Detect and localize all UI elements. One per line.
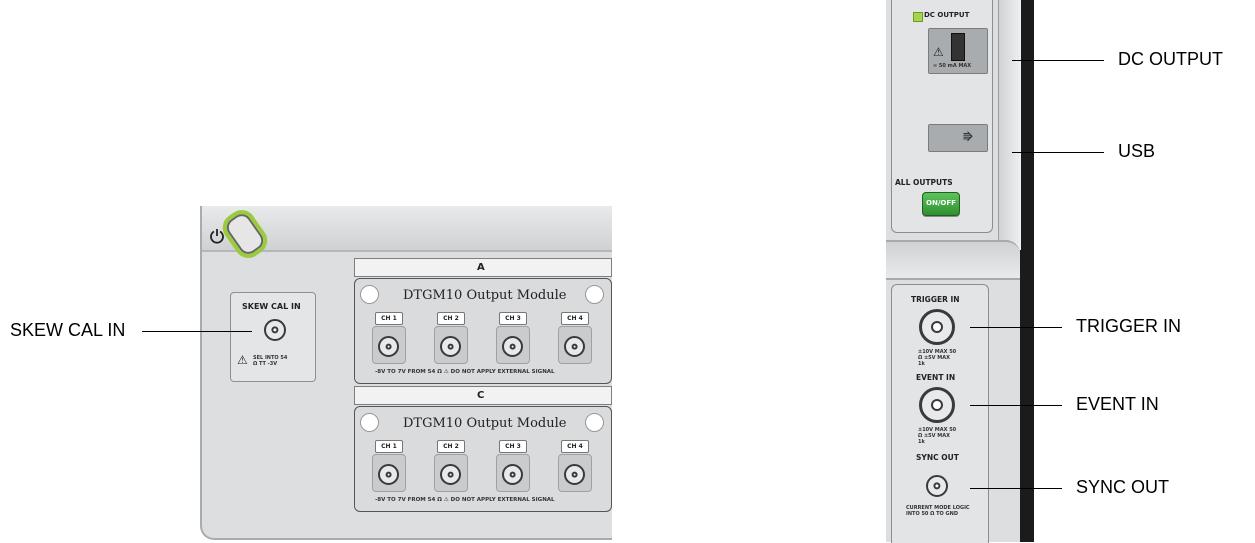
dc-pin-header (951, 33, 965, 61)
module-c-ch3-connector[interactable] (502, 464, 523, 485)
dc-output-panel-label: DC OUTPUT (924, 11, 970, 19)
warning-icon: ⚠ (237, 353, 248, 367)
trigger-in-connector[interactable] (919, 309, 955, 345)
module-a-ch2-label: CH 2 (437, 312, 465, 325)
front-panel-left: SKEW CAL IN ⚠ SEL INTO 54 Ω TT -3V A DTG… (200, 204, 612, 540)
panel-edge-highlight (998, 0, 1021, 250)
module-c: DTGM10 Output Module CH 1 CH 2 CH 3 CH 4… (354, 406, 612, 512)
event-in-connector[interactable] (919, 387, 955, 423)
event-in-panel-label: EVENT IN (916, 373, 956, 382)
sync-out-panel-label: SYNC OUT (916, 453, 959, 462)
callout-trigger-in: TRIGGER IN (1076, 316, 1182, 336)
leader-event-in (970, 405, 1062, 406)
module-a-ch4-label: CH 4 (561, 312, 589, 325)
event-in-spec: ±10V MAX 50 Ω ±5V MAX 1k (918, 427, 957, 445)
skew-cal-label: SKEW CAL IN (242, 302, 301, 311)
sync-out-connector[interactable] (926, 475, 948, 497)
slot-c-label-bar: C (354, 386, 612, 405)
usb-icon: ⭆ (963, 131, 973, 144)
skew-cal-panel: SKEW CAL IN ⚠ SEL INTO 54 Ω TT -3V (230, 292, 316, 382)
slot-a-label-bar: A (354, 258, 612, 277)
module-c-ch4-label: CH 4 (561, 440, 589, 453)
dc-output-spec: ≈ 50 mA MAX (933, 63, 972, 69)
module-c-screw-right (585, 413, 604, 432)
skew-cal-connector[interactable] (264, 319, 286, 341)
bezel-curve (886, 240, 1020, 280)
leader-skew-cal-in (142, 331, 252, 332)
usb-port[interactable]: ⭆ (928, 124, 988, 152)
on-off-button-label: ON/OFF (926, 199, 956, 207)
module-a-spec: -8V TO 7V FROM 54 Ω ⚠ DO NOT APPLY EXTER… (375, 369, 555, 375)
dc-output-led (913, 12, 923, 22)
callout-dc-output: DC OUTPUT (1118, 49, 1223, 69)
module-c-ch2-label: CH 2 (437, 440, 465, 453)
module-a-ch3-connector[interactable] (502, 336, 523, 357)
module-a-title: DTGM10 Output Module (403, 288, 567, 303)
module-c-ch1-label: CH 1 (375, 440, 403, 453)
slot-a-label: A (477, 262, 485, 273)
module-a: DTGM10 Output Module CH 1 CH 2 CH 3 CH 4… (354, 278, 612, 384)
module-c-title: DTGM10 Output Module (403, 416, 567, 431)
all-outputs-label: ALL OUTPUTS (895, 178, 953, 187)
module-a-ch1-connector[interactable] (378, 336, 399, 357)
callout-usb: USB (1118, 141, 1156, 161)
lower-io-box: TRIGGER IN ±10V MAX 50 Ω ±5V MAX 1k EVEN… (891, 284, 989, 543)
trigger-in-panel-label: TRIGGER IN (911, 295, 960, 304)
skew-cal-warning: SEL INTO 54 Ω TT -3V (253, 355, 288, 367)
module-a-ch1-label: CH 1 (375, 312, 403, 325)
module-a-ch2-connector[interactable] (440, 336, 461, 357)
trigger-in-spec: ±10V MAX 50 Ω ±5V MAX 1k (918, 349, 957, 367)
upper-io-box: DC OUTPUT ⚠ ≈ 50 mA MAX ⭆ ALL OUTPUTS ON… (891, 0, 993, 233)
leader-sync-out (970, 488, 1062, 489)
leader-dc-output (1012, 60, 1104, 61)
dc-output-connector[interactable]: ⚠ ≈ 50 mA MAX (928, 28, 988, 74)
callout-skew-cal-in: SKEW CAL IN (10, 320, 126, 340)
module-c-spec: -8V TO 7V FROM 54 Ω ⚠ DO NOT APPLY EXTER… (375, 497, 555, 503)
module-a-ch3-label: CH 3 (499, 312, 527, 325)
sync-out-spec: CURRENT MODE LOGIC INTO 50 Ω TO GND (906, 505, 970, 517)
module-a-screw-right (585, 285, 604, 304)
module-a-screw-left (360, 285, 379, 304)
warning-icon: ⚠ (933, 45, 944, 59)
panel-edge (1020, 0, 1034, 542)
module-c-ch2-connector[interactable] (440, 464, 461, 485)
module-c-ch3-label: CH 3 (499, 440, 527, 453)
module-c-ch4-connector[interactable] (564, 464, 585, 485)
front-panel-right: DC OUTPUT ⚠ ≈ 50 mA MAX ⭆ ALL OUTPUTS ON… (886, 0, 1034, 543)
leader-trigger-in (970, 327, 1062, 328)
slot-c-label: C (477, 390, 485, 401)
module-c-screw-left (360, 413, 379, 432)
callout-event-in: EVENT IN (1076, 394, 1159, 414)
module-c-ch1-connector[interactable] (378, 464, 399, 485)
callout-sync-out: SYNC OUT (1076, 477, 1170, 497)
leader-usb (1012, 152, 1104, 153)
on-off-button[interactable]: ON/OFF (922, 192, 960, 216)
module-a-ch4-connector[interactable] (564, 336, 585, 357)
